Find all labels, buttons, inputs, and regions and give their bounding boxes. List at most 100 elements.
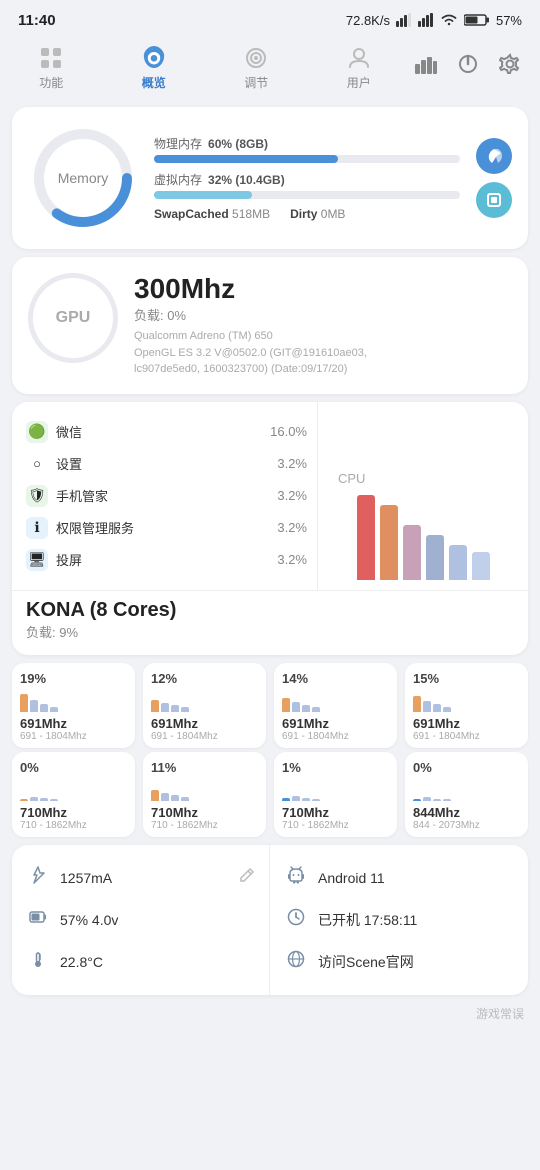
chart-action-btn[interactable]: [410, 48, 442, 80]
core-freq-5: 710Mhz: [151, 805, 258, 820]
core-range-7: 844 - 2073Mhz: [413, 820, 520, 831]
current-row: 1257mA: [26, 857, 255, 899]
scene-row[interactable]: 访问Scene官网: [284, 941, 514, 983]
core-cell-6: 1% 710Mhz 710 - 1862Mhz: [274, 752, 397, 837]
core-cell-4: 0% 710Mhz 710 - 1862Mhz: [12, 752, 135, 837]
temp-icon: [26, 949, 50, 975]
core-pct-4: 0%: [20, 760, 127, 775]
cpu-inner: 🟢 微信 16.0% ○ 设置 3.2% 🛡 手机管家 3.2%: [12, 402, 528, 590]
mem-secondary-btn[interactable]: [476, 182, 512, 218]
core-range-0: 691 - 1804Mhz: [20, 731, 127, 742]
app-icon-settings: ○: [26, 453, 48, 475]
watermark: 游戏常误: [0, 1003, 540, 1028]
scene-value: 访问Scene官网: [318, 952, 414, 972]
status-bar: 11:40 72.8K/s 57%: [0, 0, 540, 36]
app-name-perm: 权限管理服务: [56, 518, 134, 537]
cpu-app-list: 🟢 微信 16.0% ○ 设置 3.2% 🛡 手机管家 3.2%: [12, 402, 318, 590]
uptime-value: 已开机 17:58:11: [318, 910, 417, 930]
core-minibars-7: [413, 779, 520, 801]
edit-btn[interactable]: [239, 867, 255, 888]
cpu-chart-label: CPU: [328, 471, 365, 486]
core-cell-7: 0% 844Mhz 844 - 2073Mhz: [405, 752, 528, 837]
cpu-load: 负载: 9%: [26, 622, 514, 641]
phys-label: 物理内存: [154, 135, 202, 152]
temp-value: 22.8°C: [60, 954, 103, 970]
core-pct-2: 14%: [282, 671, 389, 686]
signal-icon2: [418, 13, 434, 27]
core-cell-5: 11% 710Mhz 710 - 1862Mhz: [143, 752, 266, 837]
core-pct-1: 12%: [151, 671, 258, 686]
overview-icon: [140, 44, 168, 72]
core-freq-2: 691Mhz: [282, 716, 389, 731]
cpu-app-row: ℹ 权限管理服务 3.2%: [26, 512, 307, 544]
memory-info: 物理内存 60% (8GB) 虚拟内存 32% (10.4GB) SwapCac…: [154, 135, 460, 221]
gpu-info: 300Mhz 负载: 0% Qualcomm Adreno (TM) 650 O…: [134, 273, 512, 378]
core-range-6: 710 - 1862Mhz: [282, 820, 389, 831]
gpu-circle: GPU: [28, 273, 118, 363]
mem-footer: SwapCached 518MB Dirty 0MB: [154, 207, 460, 221]
core-freq-3: 691Mhz: [413, 716, 520, 731]
core-pct-0: 19%: [20, 671, 127, 686]
app-icon-manager: 🛡: [26, 485, 48, 507]
core-range-3: 691 - 1804Mhz: [413, 731, 520, 742]
cpu-bar-0: [357, 495, 375, 580]
core-freq-7: 844Mhz: [413, 805, 520, 820]
core-freq-0: 691Mhz: [20, 716, 127, 731]
battery-icon: [464, 13, 490, 27]
core-cell-3: 15% 691Mhz 691 - 1804Mhz: [405, 663, 528, 748]
battery-value: 57% 4.0v: [60, 912, 118, 928]
app-icon-cast: 🖥: [26, 549, 48, 571]
overview-label: 概览: [142, 74, 166, 91]
app-pct-settings: 3.2%: [277, 456, 307, 471]
app-pct-manager: 3.2%: [277, 488, 307, 503]
app-icon-wechat: 🟢: [26, 421, 48, 443]
uptime-row: 已开机 17:58:11: [284, 899, 514, 941]
android-value: Android 11: [318, 870, 385, 886]
core-range-5: 710 - 1862Mhz: [151, 820, 258, 831]
app-name-manager: 手机管家: [56, 486, 108, 505]
mem-clean-btn[interactable]: [476, 138, 512, 174]
core-minibars-3: [413, 690, 520, 712]
android-row: Android 11: [284, 857, 514, 899]
clock-icon: [284, 907, 308, 933]
bottom-info: 1257mA 57% 4.0v: [12, 845, 528, 995]
core-minibars-5: [151, 779, 258, 801]
core-freq-6: 710Mhz: [282, 805, 389, 820]
cpu-app-row: 🖥 投屏 3.2%: [26, 544, 307, 576]
memory-label: Memory: [58, 170, 109, 186]
power-action-btn[interactable]: [452, 48, 484, 80]
nav-tab-func[interactable]: 功能: [0, 40, 103, 95]
func-label: 功能: [39, 74, 63, 91]
nav-tab-tune[interactable]: 调节: [205, 40, 308, 95]
signal-icon: [396, 13, 412, 27]
nav-bar: 功能 概览 调节: [0, 36, 540, 99]
app-name-wechat: 微信: [56, 422, 82, 441]
core-cell-1: 12% 691Mhz 691 - 1804Mhz: [143, 663, 266, 748]
current-value: 1257mA: [60, 870, 112, 886]
cpu-bar-4: [449, 545, 467, 580]
user-icon: [345, 44, 373, 72]
status-right: 72.8K/s 57%: [346, 13, 522, 28]
core-cell-0: 19% 691Mhz 691 - 1804Mhz: [12, 663, 135, 748]
nav-tab-overview[interactable]: 概览: [103, 40, 206, 95]
cpu-app-row: ○ 设置 3.2%: [26, 448, 307, 480]
core-cell-2: 14% 691Mhz 691 - 1804Mhz: [274, 663, 397, 748]
core-range-4: 710 - 1862Mhz: [20, 820, 127, 831]
globe-icon: [284, 949, 308, 975]
bottom-right: Android 11 已开机 17:58:11 访问Scene官网: [270, 845, 528, 995]
network-speed: 72.8K/s: [346, 13, 390, 28]
current-icon: [26, 865, 50, 891]
app-pct-cast: 3.2%: [277, 552, 307, 567]
func-icon: [37, 44, 65, 72]
core-minibars-4: [20, 779, 127, 801]
swap-info: SwapCached 518MB: [154, 207, 270, 221]
core-pct-6: 1%: [282, 760, 389, 775]
core-pct-7: 0%: [413, 760, 520, 775]
settings-action-btn[interactable]: [494, 48, 526, 80]
core-freq-4: 710Mhz: [20, 805, 127, 820]
virt-value: 32% (10.4GB): [208, 173, 285, 187]
core-minibars-2: [282, 690, 389, 712]
nav-tab-user[interactable]: 用户: [308, 40, 411, 95]
tune-icon: [242, 44, 270, 72]
core-range-1: 691 - 1804Mhz: [151, 731, 258, 742]
